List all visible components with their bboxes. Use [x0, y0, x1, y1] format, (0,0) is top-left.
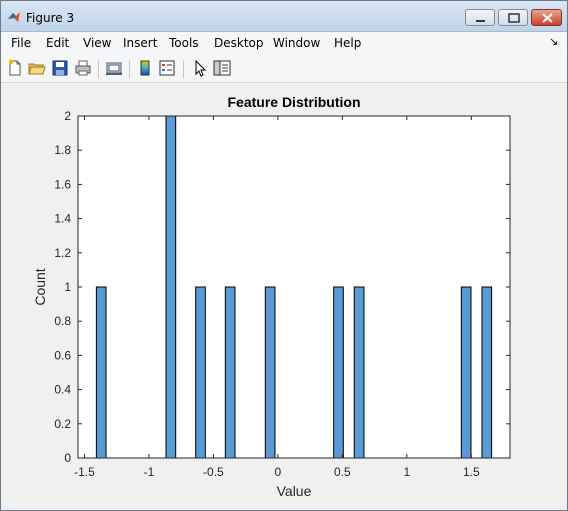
menu-help[interactable]: Help: [334, 36, 361, 50]
menu-tools[interactable]: Tools: [169, 36, 199, 50]
x-tick-label: -1: [144, 465, 155, 479]
title-bar[interactable]: Figure 3: [1, 1, 567, 32]
histogram-bar[interactable]: [460, 286, 472, 459]
menu-file[interactable]: File: [11, 36, 31, 50]
y-axis-label: Count: [32, 268, 48, 305]
maximize-icon: [508, 13, 520, 23]
histogram-bar[interactable]: [353, 286, 365, 459]
minimize-icon: [476, 20, 485, 22]
link-plot-icon[interactable]: [105, 59, 123, 77]
y-tick-label: 1: [64, 280, 71, 294]
histogram-bar[interactable]: [165, 115, 177, 459]
histogram-bar[interactable]: [224, 286, 236, 459]
property-inspector-icon[interactable]: [213, 59, 231, 77]
toolbar-separator: [98, 60, 99, 78]
x-tick-label: 1.5: [463, 465, 480, 479]
x-tick-label: -0.5: [203, 465, 224, 479]
figure-toolbar: [1, 55, 567, 83]
x-tick-label: -1.5: [74, 465, 95, 479]
y-tick-label: 0.2: [54, 417, 71, 431]
y-tick-label: 1.6: [54, 177, 71, 191]
y-tick-label: 0.4: [54, 383, 71, 397]
save-icon[interactable]: [51, 59, 69, 77]
menu-edit[interactable]: Edit: [46, 36, 69, 50]
toolbar-separator: [183, 60, 184, 78]
histogram-bar[interactable]: [195, 286, 206, 459]
open-file-icon[interactable]: [28, 59, 46, 77]
y-tick-label: 1.4: [54, 212, 71, 226]
print-icon[interactable]: [74, 59, 92, 77]
y-tick-label: 1.8: [54, 143, 71, 157]
histogram-plot[interactable]: -1.5 -1 -0.5 0 0.5 1 1.5 0 0.2 0.4 0.6 0.8 1 1.2 1.4 1.…: [3, 85, 565, 509]
y-tick-label: 1.2: [54, 246, 71, 260]
x-tick-label: 0: [275, 465, 282, 479]
insert-colorbar-icon[interactable]: [136, 59, 154, 77]
edit-plot-pointer-icon[interactable]: [191, 59, 209, 77]
close-icon: [542, 13, 553, 23]
x-tick-label: 0.5: [334, 465, 351, 479]
window-title: Figure 3: [26, 11, 75, 25]
x-axis-label: Value: [277, 483, 312, 499]
histogram-bar[interactable]: [264, 286, 276, 459]
maximize-button[interactable]: [498, 9, 528, 26]
histogram-bar[interactable]: [95, 286, 107, 459]
menu-window[interactable]: Window: [273, 36, 320, 50]
figure-canvas: -1.5 -1 -0.5 0 0.5 1 1.5 0 0.2 0.4 0.6 0.8 1 1.2 1.4 1.…: [3, 85, 565, 509]
y-tick-label: 0.6: [54, 348, 71, 362]
minimize-button[interactable]: [465, 9, 495, 26]
y-tick-label: 0.8: [54, 314, 71, 328]
x-tick-label: 1: [403, 465, 410, 479]
y-tick-label: 0: [64, 451, 71, 465]
matlab-logo-icon: [8, 12, 20, 22]
y-tick-label: 2: [64, 109, 71, 123]
toolbar-dock-arrow-icon[interactable]: ↘: [549, 35, 558, 48]
figure-window: Figure 3 File Edit View Insert Tools Des…: [0, 0, 568, 511]
insert-legend-icon[interactable]: [158, 59, 176, 77]
toolbar-separator: [129, 60, 130, 78]
menu-desktop[interactable]: Desktop: [214, 36, 264, 50]
histogram-bar[interactable]: [333, 286, 344, 459]
menu-bar: File Edit View Insert Tools Desktop Wind…: [1, 32, 567, 54]
axes-background[interactable]: [78, 116, 510, 458]
menu-view[interactable]: View: [83, 36, 111, 50]
chart-title: Feature Distribution: [227, 94, 360, 110]
menu-insert[interactable]: Insert: [123, 36, 157, 50]
histogram-bar[interactable]: [481, 286, 493, 459]
new-figure-icon[interactable]: [6, 59, 24, 77]
close-button[interactable]: [531, 9, 562, 26]
